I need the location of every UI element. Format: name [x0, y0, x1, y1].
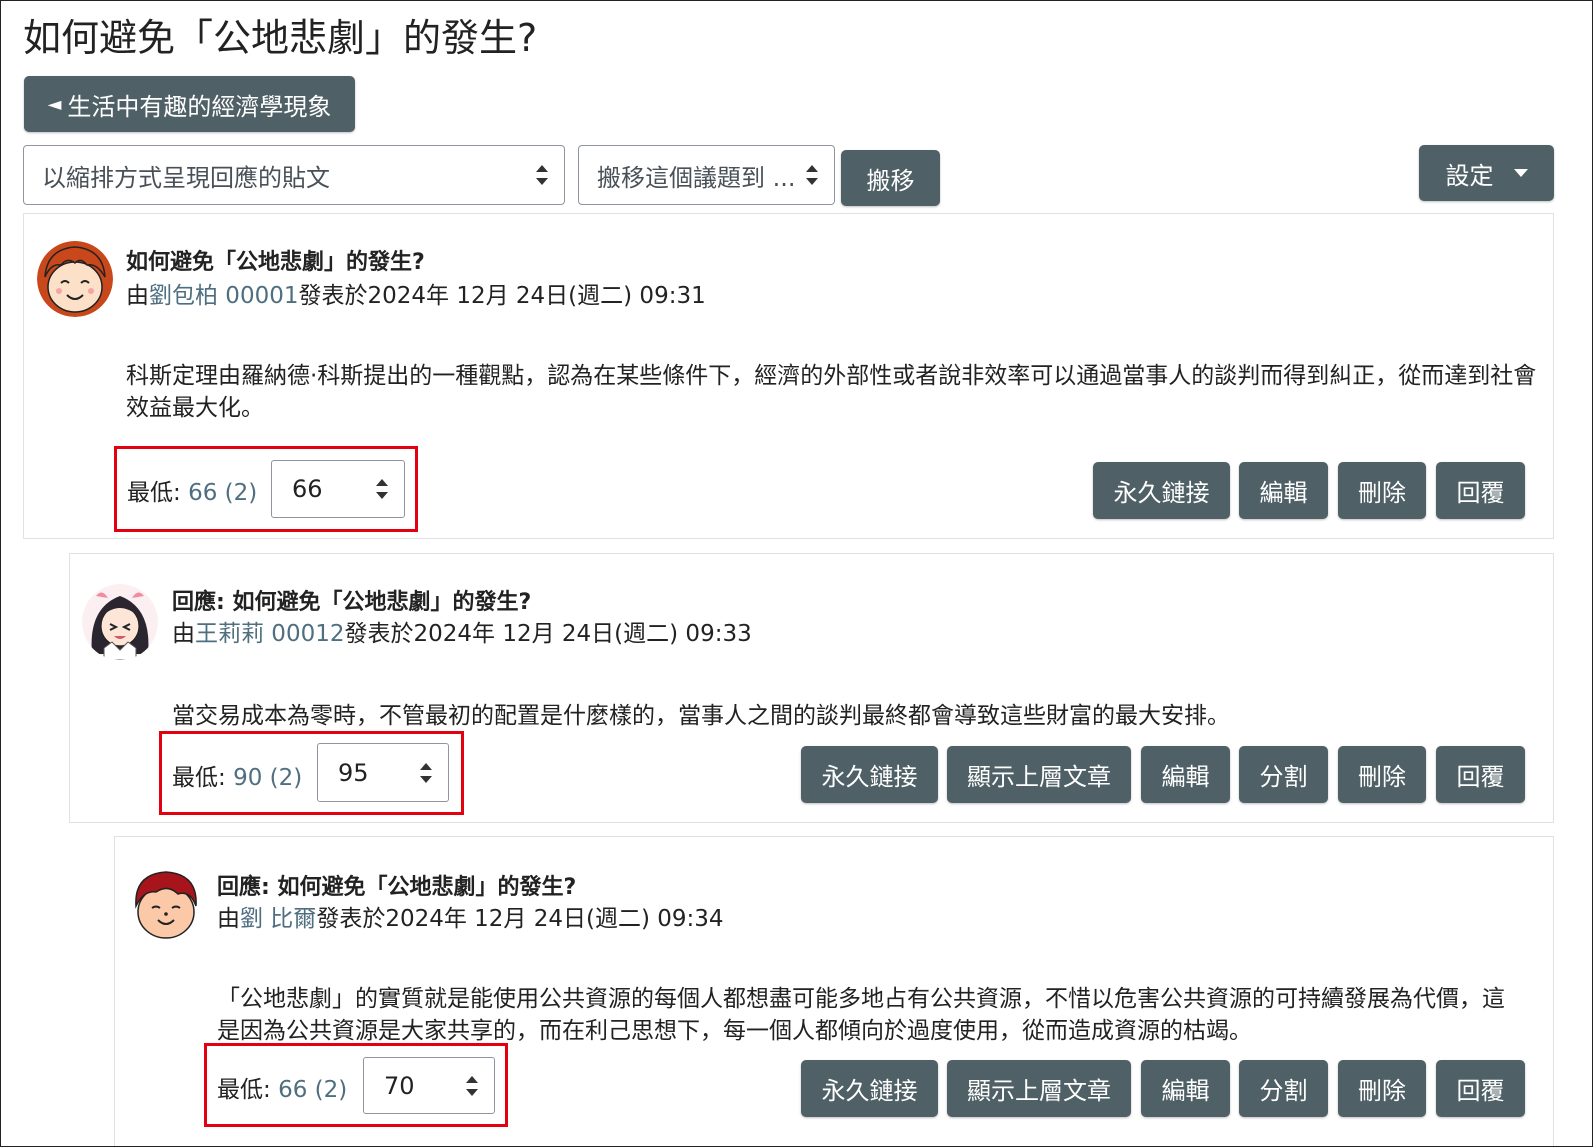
- post-byline: 由王莉莉 00012發表於2024年 12月 24日(週二) 09:33: [172, 614, 752, 648]
- permalink-button[interactable]: 永久鏈接: [801, 1060, 938, 1117]
- back-to-forum-label: 生活中有趣的經濟學現象: [67, 92, 332, 121]
- rating-select[interactable]: 66: [271, 460, 405, 518]
- move-button[interactable]: 搬移: [841, 150, 940, 206]
- by-prefix: 由: [172, 621, 195, 647]
- forum-post: 如何避免「公地悲劇」的發生? 由劉包柏 00001發表於2024年 12月 24…: [23, 213, 1554, 539]
- select-caret-icon: [806, 165, 818, 185]
- rating-aggregate-link[interactable]: 66 (2): [188, 480, 257, 506]
- post-byline: 由劉包柏 00001發表於2024年 12月 24日(週二) 09:31: [126, 276, 706, 310]
- select-caret-icon: [466, 1075, 478, 1096]
- by-prefix: 由: [126, 283, 149, 309]
- select-caret-icon: [420, 762, 432, 783]
- edit-button[interactable]: 編輯: [1141, 1060, 1230, 1117]
- rating-summary: 最低: 90 (2): [172, 758, 302, 792]
- author-link[interactable]: 王莉莉 00012: [195, 621, 344, 647]
- rating-highlight: 最低: 90 (2) 95: [159, 731, 464, 815]
- settings-label: 設定: [1445, 161, 1494, 190]
- rating-summary: 最低: 66 (2): [127, 473, 257, 507]
- reply-button[interactable]: 回覆: [1436, 1060, 1525, 1117]
- settings-dropdown-button[interactable]: 設定: [1419, 145, 1554, 201]
- post-content: 科斯定理由羅納德·科斯提出的一種觀點，認為在某些條件下，經濟的外部性或者說非效率…: [126, 363, 1537, 421]
- reply-button[interactable]: 回覆: [1436, 462, 1525, 519]
- author-avatar: [82, 584, 158, 660]
- delete-button[interactable]: 刪除: [1338, 1060, 1426, 1117]
- left-arrow-icon: ◄: [47, 93, 62, 115]
- post-date: 發表於2024年 12月 24日(週二) 09:34: [316, 906, 724, 932]
- forum-page: 如何避免「公地悲劇」的發生? ◄ 生活中有趣的經濟學現象 以縮排方式呈現回應的貼…: [0, 0, 1593, 1147]
- post-content: 「公地悲劇」的實質就是能使用公共資源的每個人都想盡可能多地占有公共資源，不惜以危…: [217, 986, 1505, 1044]
- rating-label: 最低:: [172, 765, 226, 791]
- rating-value: 66: [292, 475, 323, 503]
- rating-label: 最低:: [217, 1077, 271, 1103]
- post-subject: 回應: 如何避免「公地悲劇」的發生?: [172, 590, 532, 615]
- post-subject: 回應: 如何避免「公地悲劇」的發生?: [217, 875, 577, 900]
- rating-summary: 最低: 66 (2): [217, 1070, 347, 1104]
- author-avatar: [37, 241, 113, 317]
- author-link[interactable]: 劉 比爾: [240, 906, 316, 932]
- forum-post: 回應: 如何避免「公地悲劇」的發生? 由王莉莉 00012發表於2024年 12…: [69, 553, 1554, 823]
- post-date: 發表於2024年 12月 24日(週二) 09:31: [298, 283, 706, 309]
- rating-label: 最低:: [127, 480, 181, 506]
- post-byline: 由劉 比爾發表於2024年 12月 24日(週二) 09:34: [217, 899, 724, 933]
- display-mode-value: 以縮排方式呈現回應的貼文: [42, 163, 330, 192]
- by-prefix: 由: [217, 906, 240, 932]
- author-avatar: [128, 866, 204, 942]
- split-button[interactable]: 分割: [1239, 1060, 1328, 1117]
- rating-aggregate-link[interactable]: 66 (2): [278, 1077, 347, 1103]
- rating-value: 70: [384, 1071, 415, 1100]
- reply-button[interactable]: 回覆: [1436, 746, 1525, 803]
- display-mode-select[interactable]: 以縮排方式呈現回應的貼文: [23, 145, 565, 205]
- show-parent-button[interactable]: 顯示上層文章: [947, 746, 1131, 803]
- caret-down-icon: [1513, 169, 1528, 177]
- author-link[interactable]: 劉包柏 00001: [149, 283, 298, 309]
- permalink-button[interactable]: 永久鏈接: [801, 746, 938, 803]
- move-discussion-value: 搬移這個議題到 ...: [597, 163, 796, 192]
- rating-highlight: 最低: 66 (2) 66: [114, 446, 418, 532]
- post-subject: 如何避免「公地悲劇」的發生?: [126, 250, 425, 275]
- post-date: 發表於2024年 12月 24日(週二) 09:33: [344, 621, 752, 647]
- delete-button[interactable]: 刪除: [1338, 746, 1426, 803]
- edit-button[interactable]: 編輯: [1141, 746, 1230, 803]
- page-title: 如何避免「公地悲劇」的發生?: [23, 16, 538, 60]
- post-content: 當交易成本為零時，不管最初的配置是什麼樣的，當事人之間的談判最終都會導致這些財富…: [172, 703, 1230, 729]
- back-to-forum-button[interactable]: ◄ 生活中有趣的經濟學現象: [24, 76, 355, 132]
- edit-button[interactable]: 編輯: [1239, 462, 1328, 519]
- rating-value: 95: [338, 758, 369, 787]
- forum-post: 回應: 如何避免「公地悲劇」的發生? 由劉 比爾發表於2024年 12月 24日…: [114, 836, 1554, 1146]
- show-parent-button[interactable]: 顯示上層文章: [947, 1060, 1131, 1117]
- rating-highlight: 最低: 66 (2) 70: [204, 1043, 508, 1127]
- delete-button[interactable]: 刪除: [1338, 462, 1426, 519]
- select-caret-icon: [376, 479, 388, 499]
- rating-aggregate-link[interactable]: 90 (2): [233, 765, 302, 791]
- permalink-button[interactable]: 永久鏈接: [1093, 462, 1230, 519]
- rating-select[interactable]: 95: [317, 743, 449, 802]
- move-discussion-select[interactable]: 搬移這個議題到 ...: [578, 145, 835, 205]
- rating-select[interactable]: 70: [363, 1057, 495, 1114]
- select-caret-icon: [536, 165, 548, 185]
- split-button[interactable]: 分割: [1239, 746, 1328, 803]
